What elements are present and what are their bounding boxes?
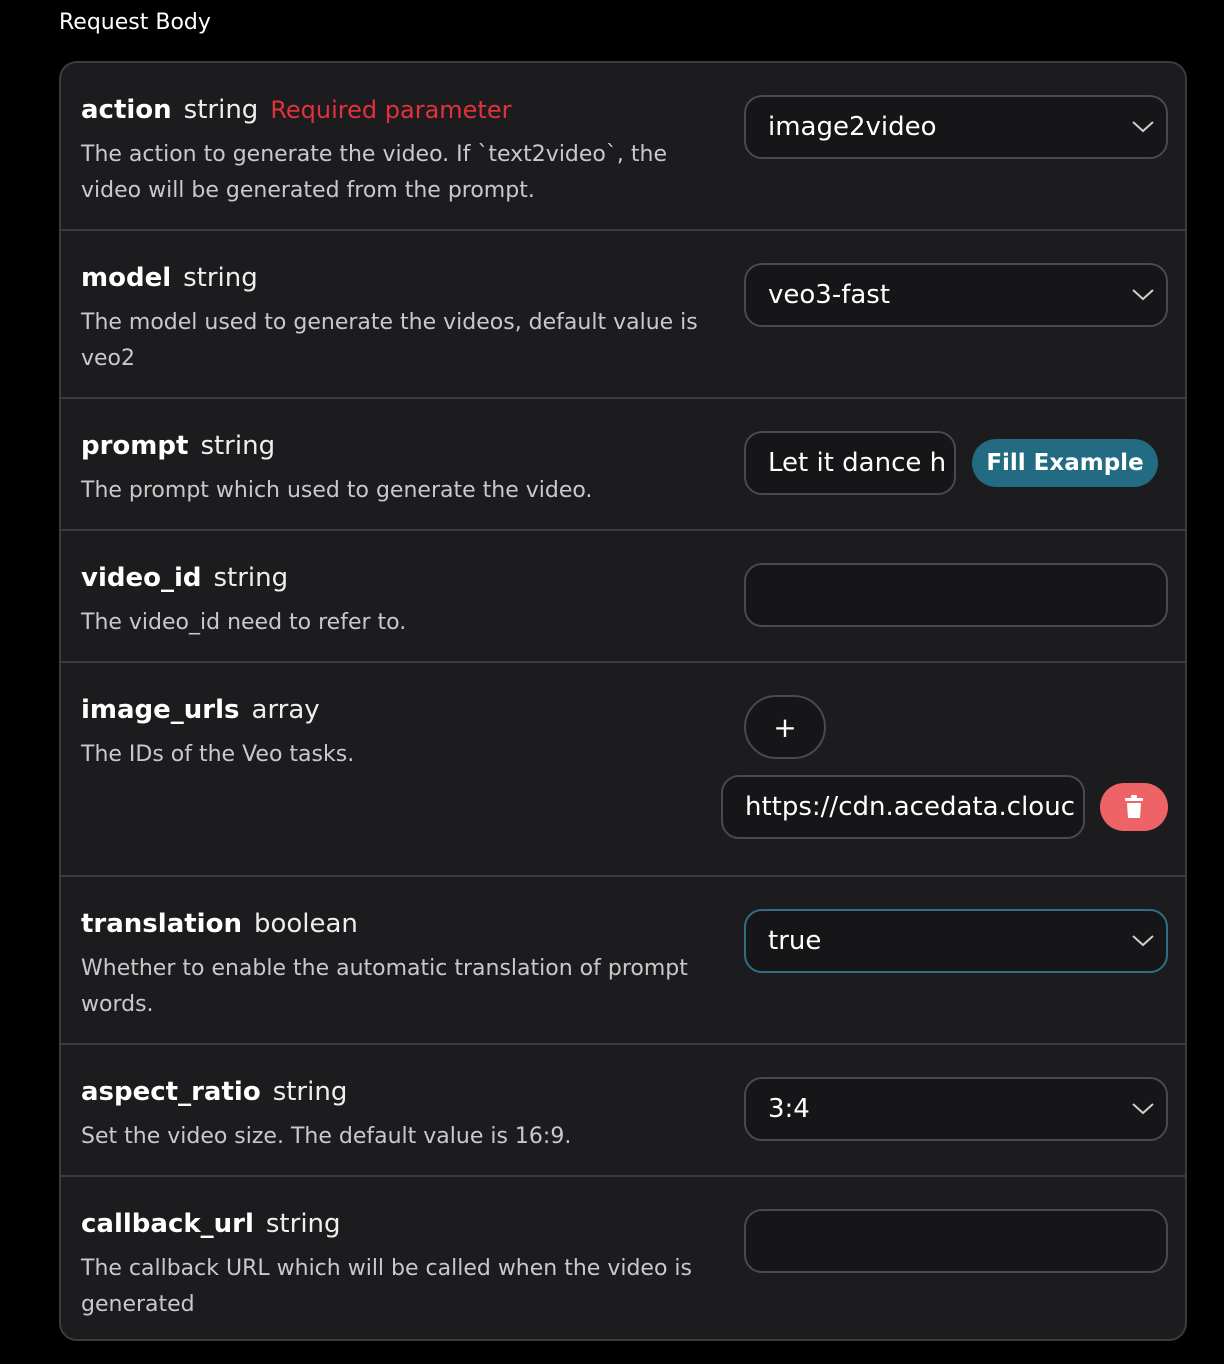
param-description: Whether to enable the automatic translat…: [81, 956, 688, 1017]
param-name: video_id: [81, 563, 202, 593]
action-select[interactable]: image2video: [744, 95, 1168, 159]
param-header: aspect_ratio string: [81, 1075, 347, 1109]
prompt-input-value: Let it dance h: [768, 448, 947, 478]
param-name: image_urls: [81, 695, 240, 725]
param-description: The model used to generate the videos, d…: [81, 310, 698, 371]
fill-example-button[interactable]: Fill Example: [972, 439, 1158, 487]
param-row-prompt: prompt string The prompt which used to ge…: [61, 399, 1185, 531]
param-type: string: [272, 1077, 348, 1107]
param-description: The IDs of the Veo tasks.: [81, 742, 355, 767]
param-row-action: action string Required parameter The actio…: [61, 63, 1185, 231]
param-description: Set the video size. The default value is…: [81, 1124, 572, 1149]
trash-icon: [1124, 795, 1144, 819]
action-select-value: image2video: [768, 112, 937, 142]
param-row-translation: translation boolean Whether to enable the…: [61, 877, 1185, 1045]
param-row-image-urls: image_urls array The IDs of the Veo tasks…: [61, 663, 1185, 877]
param-name: callback_url: [81, 1209, 254, 1239]
section-title: Request Body: [59, 10, 211, 35]
image-url-input-value: https://cdn.acedata.clouc: [745, 792, 1075, 822]
request-body-panel: action string Required parameter The actio…: [59, 61, 1187, 1341]
param-description: The action to generate the video. If `te…: [81, 142, 667, 203]
model-select-value: veo3-fast: [768, 280, 891, 310]
callback-url-input[interactable]: [744, 1209, 1168, 1273]
param-description: The prompt which used to generate the vi…: [81, 478, 593, 503]
plus-icon: +: [773, 710, 797, 744]
param-type: boolean: [253, 909, 358, 939]
param-description: The callback URL which will be called wh…: [81, 1256, 692, 1317]
model-select[interactable]: veo3-fast: [744, 263, 1168, 327]
delete-image-url-button[interactable]: [1100, 783, 1168, 831]
param-type: string: [183, 263, 258, 293]
param-type: array: [251, 695, 320, 725]
translation-select[interactable]: true: [744, 909, 1168, 973]
param-row-callback-url: callback_url string The callback URL whic…: [61, 1177, 1185, 1339]
param-header: model string: [81, 261, 258, 295]
chevron-down-icon: [1120, 285, 1166, 305]
aspect-ratio-select[interactable]: 3:4: [744, 1077, 1168, 1141]
param-description: The video_id need to refer to.: [81, 610, 407, 635]
param-header: video_id string: [81, 561, 288, 595]
param-name: translation: [81, 909, 242, 939]
param-header: prompt string: [81, 429, 275, 463]
add-image-url-button[interactable]: +: [744, 695, 826, 759]
aspect-ratio-select-value: 3:4: [768, 1094, 810, 1124]
param-header: translation boolean: [81, 907, 358, 941]
param-header: image_urls array: [81, 693, 320, 727]
param-name: action: [81, 95, 172, 125]
param-row-model: model string The model used to generate t…: [61, 231, 1185, 399]
param-name: prompt: [81, 431, 189, 461]
chevron-down-icon: [1120, 1099, 1166, 1119]
param-row-aspect-ratio: aspect_ratio string Set the video size. T…: [61, 1045, 1185, 1177]
required-label: Required parameter: [270, 96, 512, 124]
param-name: model: [81, 263, 172, 293]
chevron-down-icon: [1120, 931, 1166, 951]
param-type: string: [265, 1209, 341, 1239]
param-type: string: [213, 563, 289, 593]
param-row-video-id: video_id string The video_id need to refe…: [61, 531, 1185, 663]
param-type: string: [183, 95, 259, 125]
video-id-input[interactable]: [744, 563, 1168, 627]
translation-select-value: true: [768, 926, 822, 956]
prompt-input[interactable]: Let it dance h: [744, 431, 956, 495]
param-type: string: [200, 431, 276, 461]
param-header: callback_url string: [81, 1207, 341, 1241]
param-name: aspect_ratio: [81, 1077, 261, 1107]
image-url-input[interactable]: https://cdn.acedata.clouc: [721, 775, 1085, 839]
chevron-down-icon: [1120, 117, 1166, 137]
param-header: action string Required parameter: [81, 93, 511, 127]
